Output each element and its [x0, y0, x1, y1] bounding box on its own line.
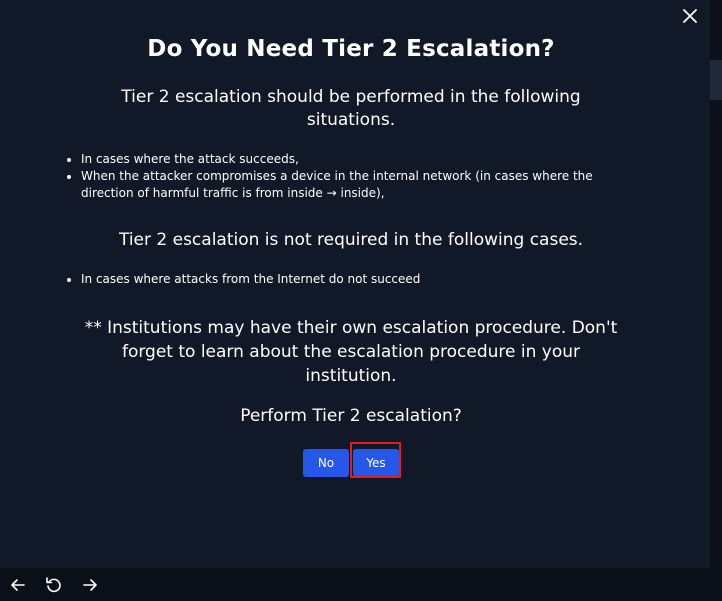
close-button[interactable] — [678, 4, 702, 28]
arrow-right-icon — [83, 579, 97, 591]
navigation-bar — [0, 568, 722, 601]
required-cases-list: In cases where the attack succeeds, When… — [65, 151, 621, 202]
list-item: In cases where attacks from the Internet… — [81, 271, 621, 288]
close-icon — [683, 9, 697, 23]
escalation-question: Perform Tier 2 escalation? — [240, 406, 462, 426]
scrollbar-thumb[interactable] — [710, 60, 722, 100]
forward-button[interactable] — [81, 576, 99, 594]
list-item: When the attacker compromises a device i… — [81, 168, 621, 202]
dialog-title: Do You Need Tier 2 Escalation? — [147, 36, 555, 62]
no-button[interactable]: No — [303, 449, 349, 477]
not-required-heading: Tier 2 escalation is not required in the… — [118, 230, 584, 250]
scrollbar[interactable] — [710, 0, 722, 568]
list-item: In cases where the attack succeeds, — [81, 151, 621, 168]
arrow-left-icon — [11, 579, 25, 591]
back-button[interactable] — [9, 576, 27, 594]
refresh-button[interactable] — [45, 576, 63, 594]
not-required-cases-list: In cases where attacks from the Internet… — [65, 271, 621, 288]
refresh-icon — [46, 577, 61, 593]
yes-button[interactable]: Yes — [353, 449, 399, 477]
dialog-subtitle: Tier 2 escalation should be performed in… — [121, 87, 581, 130]
procedure-note: ** Institutions may have their own escal… — [84, 318, 618, 386]
escalation-dialog: Do You Need Tier 2 Escalation? Tier 2 es… — [0, 0, 710, 568]
